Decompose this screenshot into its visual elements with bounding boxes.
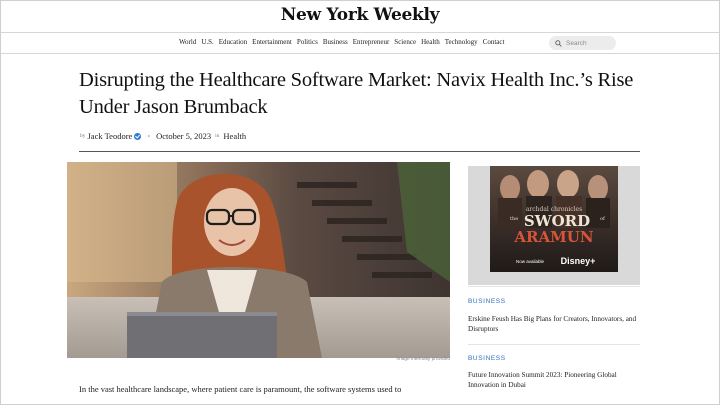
card-category-business[interactable]: BUSINESS — [468, 298, 506, 305]
ad-title-prefix: the — [510, 216, 518, 222]
publish-date: October 5, 2023 — [156, 131, 212, 141]
nav-item-contact[interactable]: Contact — [483, 38, 505, 46]
separator-dot: • — [147, 131, 151, 141]
card-title-erskine[interactable]: Erskine Feush Has Big Plans for Creators… — [468, 314, 640, 334]
ad-poster-image[interactable]: archdal chronicles the SWORD of ARAMUN N… — [490, 166, 618, 272]
ad-streaming-logo: Disney+ — [561, 256, 596, 266]
nav-item-politics[interactable]: Politics — [297, 38, 318, 46]
nav-items: World U.S. Education Entertainment Polit… — [179, 38, 504, 46]
card-category-business[interactable]: BUSINESS — [468, 355, 506, 362]
nav-item-entertainment[interactable]: Entertainment — [252, 38, 292, 46]
byline: by Jack Teodore • October 5, 2023 in Hea… — [80, 131, 246, 141]
masthead: New York Weekly — [1, 0, 719, 33]
sidebar-divider — [468, 344, 640, 345]
verified-badge-icon — [134, 132, 142, 140]
search-input[interactable] — [566, 39, 614, 47]
sidebar-divider — [468, 286, 640, 287]
by-label: by — [80, 133, 86, 139]
nav-item-health[interactable]: Health — [421, 38, 440, 46]
article-headline: Disrupting the Healthcare Software Marke… — [79, 69, 634, 118]
nav-item-us[interactable]: U.S. — [201, 38, 213, 46]
nav-item-education[interactable]: Education — [219, 38, 247, 46]
search-box[interactable] — [549, 36, 616, 50]
author-link[interactable]: Jack Teodore — [88, 131, 133, 141]
in-label: in — [215, 133, 220, 139]
image-caption: Image internally provided — [396, 357, 450, 362]
site-logo[interactable]: New York Weekly — [281, 5, 440, 25]
category-link[interactable]: Health — [223, 131, 246, 141]
article-body-text: In the vast healthcare landscape, where … — [79, 384, 402, 394]
ad-now-available: Now available — [516, 259, 545, 264]
nav-item-world[interactable]: World — [179, 38, 196, 46]
hero-image — [67, 162, 450, 358]
main-nav: World U.S. Education Entertainment Polit… — [1, 33, 719, 54]
search-icon — [555, 39, 562, 47]
nav-item-entrepreneur[interactable]: Entrepreneur — [353, 38, 390, 46]
card-title-summit[interactable]: Future Innovation Summit 2023: Pioneerin… — [468, 370, 640, 390]
nav-item-science[interactable]: Science — [394, 38, 416, 46]
ad-title-line2: ARAMUN — [513, 228, 593, 246]
nav-item-technology[interactable]: Technology — [445, 38, 478, 46]
nav-item-business[interactable]: Business — [323, 38, 348, 46]
header-divider — [79, 151, 640, 152]
